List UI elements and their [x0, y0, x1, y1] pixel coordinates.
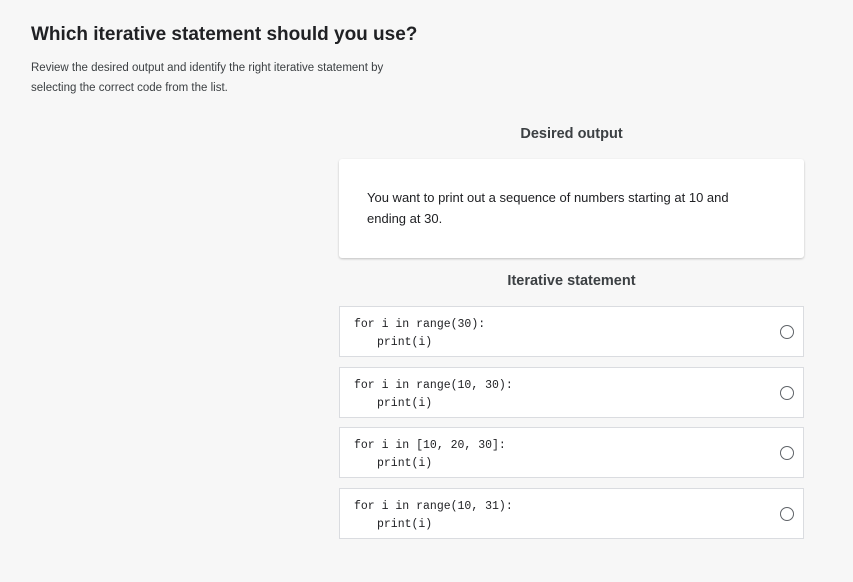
options-list: for i in range(30): print(i) for i in ran… [339, 306, 804, 548]
code-line-2: print(i) [377, 517, 433, 531]
code-line-2: print(i) [377, 396, 433, 410]
option-4[interactable]: for i in range(10, 31): print(i) [339, 487, 804, 539]
option-4-radio[interactable] [780, 506, 794, 521]
code-line-1: for i in range(30): [354, 318, 486, 331]
instructions-text: Review the desired output and identify t… [31, 62, 384, 94]
option-1-code: for i in range(30): print(i) [354, 316, 485, 352]
option-3[interactable]: for i in [10, 20, 30]: print(i) [339, 427, 804, 478]
option-2-code: for i in range(10, 30): print(i) [354, 377, 513, 413]
code-line-1: for i in [10, 20, 30]: [354, 439, 506, 452]
code-line-1: for i in range(10, 30): [354, 378, 513, 392]
code-line-2: print(i) [377, 457, 433, 470]
option-3-radio[interactable] [780, 446, 794, 460]
iterative-statement-heading: Iterative statement [507, 273, 636, 289]
option-2[interactable]: for i in range(10, 30): print(i) [339, 366, 804, 418]
desired-output-card: You want to print out a sequence of numb… [339, 159, 804, 258]
option-1-radio[interactable] [780, 325, 794, 339]
option-4-code: for i in range(10, 31): print(i) [354, 498, 513, 534]
page-title: Which iterative statement should you use… [31, 24, 418, 45]
option-2-radio[interactable] [780, 385, 794, 400]
option-3-code: for i in [10, 20, 30]: print(i) [354, 437, 506, 473]
code-line-2: print(i) [377, 336, 433, 349]
desired-output-text: You want to print out a sequence of numb… [367, 190, 729, 226]
desired-output-heading: Desired output [520, 126, 623, 142]
option-1[interactable]: for i in range(30): print(i) [339, 306, 804, 357]
code-line-1: for i in range(10, 31): [354, 499, 513, 513]
